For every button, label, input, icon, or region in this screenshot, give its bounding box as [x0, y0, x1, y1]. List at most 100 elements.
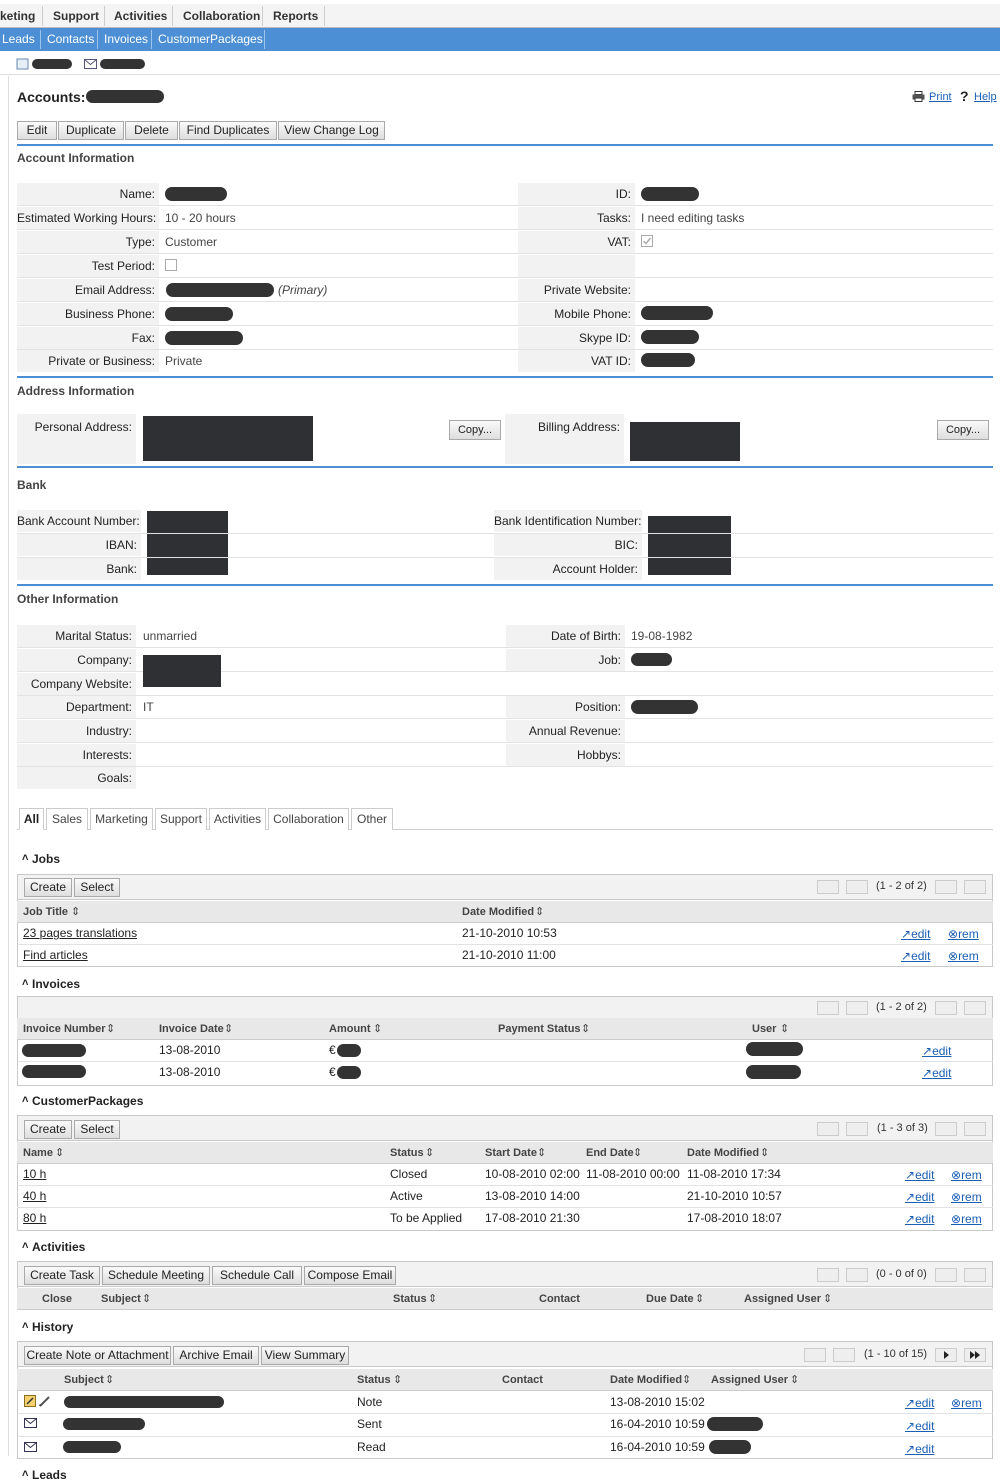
edit-link[interactable]: ↗edit [905, 1190, 934, 1204]
create-task-button[interactable]: Create Task [24, 1266, 100, 1285]
collapse-icon[interactable]: ˄ [22, 1240, 28, 1252]
pager-first-button[interactable] [804, 1348, 826, 1362]
schedule-call-button[interactable]: Schedule Call [212, 1266, 302, 1285]
sort-icon[interactable]: ⇕ [105, 1369, 114, 1391]
sort-icon[interactable]: ⇕ [790, 1369, 799, 1391]
pager-prev-button[interactable] [833, 1348, 855, 1362]
package-name-link[interactable]: 40 h [23, 1185, 46, 1207]
sort-icon[interactable]: ⇕ [633, 1142, 642, 1164]
sort-icon[interactable]: ⇕ [373, 1018, 382, 1040]
col-due-date[interactable]: Due Date [646, 1288, 694, 1310]
remove-link[interactable]: ⊗rem [951, 1212, 982, 1226]
col-assigned-user[interactable]: Assigned User [744, 1288, 821, 1310]
nav-support[interactable]: Support [53, 9, 99, 23]
collapse-icon[interactable]: ˄ [22, 1320, 28, 1332]
pager-prev-button[interactable] [846, 1001, 868, 1015]
sort-icon[interactable]: ⇕ [393, 1369, 402, 1391]
tab-sales[interactable]: Sales [46, 808, 88, 830]
remove-link[interactable]: ⊗rem [951, 1190, 982, 1204]
invoice-number-redacted[interactable] [22, 1065, 86, 1078]
job-title-link[interactable]: Find articles [23, 944, 88, 966]
subnav-contacts[interactable]: Contacts [47, 32, 94, 46]
edit-link[interactable]: ↗edit [901, 949, 930, 963]
pager-last-button[interactable] [964, 1348, 986, 1362]
recent-item-redacted[interactable] [100, 59, 145, 69]
copy-billing-address-button[interactable]: Copy... [937, 420, 989, 440]
sort-icon[interactable]: ⇕ [71, 901, 80, 923]
col-subject[interactable]: Subject [101, 1288, 141, 1310]
pager-next-button[interactable] [935, 1348, 957, 1362]
history-subject-redacted[interactable] [63, 1441, 121, 1453]
nav-activities[interactable]: Activities [114, 9, 167, 23]
remove-link[interactable]: ⊗rem [948, 927, 979, 941]
sort-icon[interactable]: ⇕ [780, 1018, 789, 1040]
remove-link[interactable]: ⊗rem [951, 1168, 982, 1182]
packages-select-button[interactable]: Select [74, 1120, 120, 1139]
col-job-title[interactable]: Job Title [23, 901, 68, 923]
collapse-icon[interactable]: ˄ [22, 1468, 28, 1480]
print-icon[interactable] [912, 91, 925, 102]
schedule-meeting-button[interactable]: Schedule Meeting [102, 1266, 210, 1285]
pager-last-button[interactable] [964, 1001, 986, 1015]
collapse-icon[interactable]: ˄ [22, 977, 28, 989]
tab-collaboration[interactable]: Collaboration [268, 808, 349, 830]
package-name-link[interactable]: 80 h [23, 1207, 46, 1229]
sort-icon[interactable]: ⇕ [823, 1288, 832, 1310]
col-status[interactable]: Status [393, 1288, 427, 1310]
subnav-invoices[interactable]: Invoices [104, 32, 148, 46]
col-user[interactable]: User [752, 1018, 776, 1040]
pager-first-button[interactable] [817, 1268, 839, 1282]
collapse-icon[interactable]: ˄ [22, 852, 28, 864]
pager-next-button[interactable] [935, 880, 957, 894]
tab-all[interactable]: All [19, 808, 44, 830]
tab-activities[interactable]: Activities [209, 808, 266, 830]
create-note-button[interactable]: Create Note or Attachment [24, 1346, 171, 1365]
edit-link[interactable]: ↗edit [905, 1168, 934, 1182]
subnav-leads[interactable]: Leads [2, 32, 35, 46]
col-invoice-number[interactable]: Invoice Number [23, 1018, 106, 1040]
sort-icon[interactable]: ⇕ [142, 1288, 151, 1310]
pager-prev-button[interactable] [846, 880, 868, 894]
pager-prev-button[interactable] [846, 1122, 868, 1136]
edit-link[interactable]: ↗edit [905, 1442, 934, 1456]
collapse-icon[interactable]: ˄ [22, 1094, 28, 1106]
edit-link[interactable]: ↗edit [922, 1044, 951, 1058]
copy-personal-address-button[interactable]: Copy... [449, 420, 501, 440]
view-change-log-button[interactable]: View Change Log [278, 121, 385, 140]
history-subject-redacted[interactable] [63, 1418, 145, 1430]
pager-first-button[interactable] [817, 1001, 839, 1015]
pager-last-button[interactable] [964, 1268, 986, 1282]
pager-last-button[interactable] [964, 880, 986, 894]
tab-marketing[interactable]: Marketing [90, 808, 153, 830]
print-link[interactable]: Print [929, 91, 952, 103]
remove-link[interactable]: ⊗rem [948, 949, 979, 963]
col-amount[interactable]: Amount [329, 1018, 371, 1040]
col-status[interactable]: Status [390, 1142, 424, 1164]
edit-button[interactable]: Edit [17, 121, 57, 140]
sort-icon[interactable]: ⇕ [682, 1369, 691, 1391]
edit-link[interactable]: ↗edit [905, 1212, 934, 1226]
archive-email-button[interactable]: Archive Email [173, 1346, 259, 1365]
pager-next-button[interactable] [935, 1268, 957, 1282]
nav-reports[interactable]: Reports [273, 9, 318, 23]
duplicate-button[interactable]: Duplicate [58, 121, 124, 140]
view-summary-button[interactable]: View Summary [261, 1346, 349, 1365]
sort-icon[interactable]: ⇕ [581, 1018, 590, 1040]
tab-other[interactable]: Other [351, 808, 393, 830]
edit-link[interactable]: ↗edit [922, 1066, 951, 1080]
pager-first-button[interactable] [817, 880, 839, 894]
col-assigned-user[interactable]: Assigned User [711, 1369, 788, 1391]
edit-link[interactable]: ↗edit [905, 1419, 934, 1433]
compose-email-button[interactable]: Compose Email [304, 1266, 396, 1285]
sort-icon[interactable]: ⇕ [425, 1142, 434, 1164]
col-payment-status[interactable]: Payment Status [498, 1018, 581, 1040]
find-duplicates-button[interactable]: Find Duplicates [179, 121, 277, 140]
sort-icon[interactable]: ⇕ [760, 1142, 769, 1164]
delete-button[interactable]: Delete [125, 121, 178, 140]
invoice-number-redacted[interactable] [22, 1044, 86, 1057]
subnav-customerpackages[interactable]: CustomerPackages [158, 32, 263, 46]
col-name[interactable]: Name [23, 1142, 53, 1164]
value-email-redacted[interactable] [166, 283, 274, 297]
edit-link[interactable]: ↗edit [901, 927, 930, 941]
col-invoice-date[interactable]: Invoice Date [159, 1018, 224, 1040]
